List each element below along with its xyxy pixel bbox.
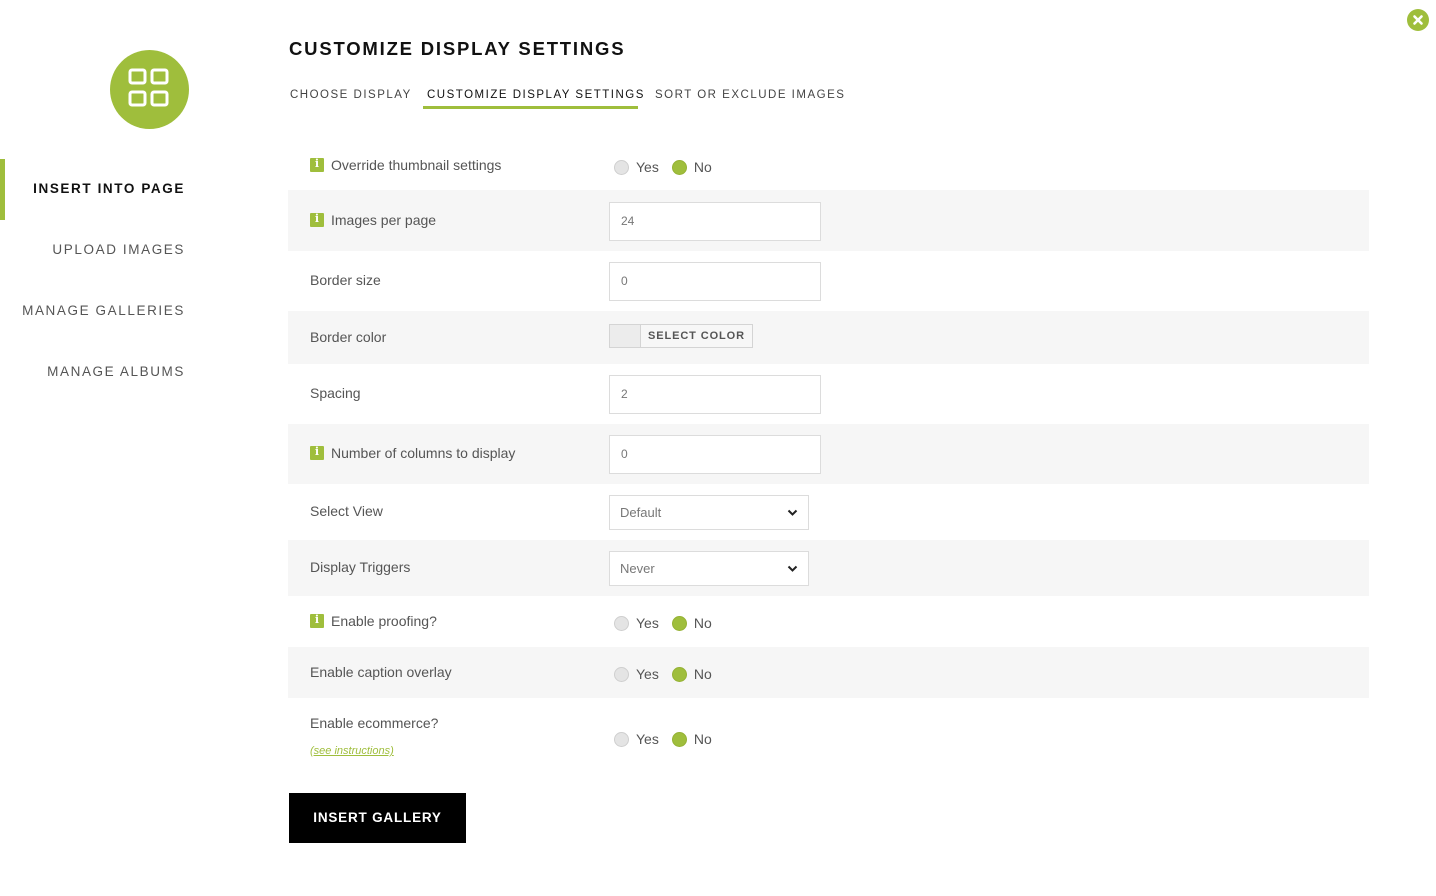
radio-no[interactable] — [671, 666, 687, 682]
enable-ecommerce-radio-group: Yes No — [614, 731, 725, 747]
setting-row-border-color: Border color SELECT COLOR — [288, 311, 1369, 364]
sidebar-item-upload-images[interactable]: UPLOAD IMAGES — [52, 242, 185, 257]
enable-proofing-radio-group: Yes No — [614, 615, 725, 631]
active-tab-underline — [423, 106, 638, 109]
page-title: CUSTOMIZE DISPLAY SETTINGS — [289, 38, 626, 59]
radio-yes-label: Yes — [636, 615, 659, 631]
images-per-page-input[interactable]: 24 — [609, 202, 821, 241]
setting-row-override-thumbnail: Override thumbnail settings Yes No — [288, 140, 1369, 190]
setting-row-images-per-page: Images per page 24 — [288, 190, 1369, 251]
radio-yes[interactable] — [614, 666, 629, 682]
select-view-value: Default — [620, 505, 662, 520]
see-instructions-link[interactable]: (see instructions) — [310, 745, 394, 757]
enable-caption-overlay-radio-group: Yes No — [614, 666, 725, 682]
sidebar-item-insert-into-page[interactable]: INSERT INTO PAGE — [33, 181, 185, 196]
sidebar-item-manage-albums[interactable]: MANAGE ALBUMS — [47, 364, 185, 379]
setting-label: Number of columns to display — [331, 445, 516, 461]
radio-no[interactable] — [671, 615, 687, 631]
setting-label: Border color — [310, 329, 387, 345]
setting-row-display-triggers: Display Triggers Never — [288, 540, 1369, 596]
select-color-button[interactable]: SELECT COLOR — [641, 325, 752, 347]
tab-sort-or-exclude-images[interactable]: SORT OR EXCLUDE IMAGES — [655, 89, 845, 101]
spacing-input[interactable]: 2 — [609, 375, 821, 414]
radio-no-label: No — [693, 159, 712, 175]
display-triggers-dropdown[interactable]: Never — [609, 551, 809, 586]
setting-label: Enable ecommerce? — [310, 715, 439, 731]
radio-yes-label: Yes — [636, 159, 659, 175]
radio-no-label: No — [693, 615, 712, 631]
setting-label: Enable proofing? — [331, 613, 437, 629]
info-icon[interactable] — [310, 445, 324, 460]
info-icon[interactable] — [310, 613, 324, 628]
display-triggers-value: Never — [620, 561, 655, 576]
setting-row-spacing: Spacing 2 — [288, 364, 1369, 424]
radio-yes[interactable] — [614, 731, 629, 747]
border-size-input[interactable]: 0 — [609, 262, 821, 301]
chevron-down-icon — [787, 509, 798, 516]
color-swatch[interactable] — [610, 325, 641, 347]
radio-no[interactable] — [671, 731, 687, 747]
tab-customize-display-settings[interactable]: CUSTOMIZE DISPLAY SETTINGS — [427, 89, 645, 101]
insert-gallery-button[interactable]: INSERT GALLERY — [289, 793, 466, 843]
setting-row-number-of-columns: Number of columns to display 0 — [288, 424, 1369, 484]
close-button[interactable] — [1407, 9, 1429, 31]
sidebar-active-indicator — [0, 159, 5, 220]
setting-row-enable-proofing: Enable proofing? Yes No — [288, 596, 1369, 647]
chevron-down-icon — [787, 565, 798, 572]
tab-choose-display[interactable]: CHOOSE DISPLAY — [290, 89, 412, 101]
sidebar-item-manage-galleries[interactable]: MANAGE GALLERIES — [22, 303, 185, 318]
radio-yes[interactable] — [614, 159, 629, 175]
radio-no[interactable] — [671, 159, 687, 175]
radio-yes-label: Yes — [636, 731, 659, 747]
setting-label: Display Triggers — [310, 559, 411, 575]
radio-no-label: No — [693, 666, 712, 682]
setting-label: Images per page — [331, 212, 437, 228]
setting-label: Override thumbnail settings — [331, 157, 502, 173]
grid-icon — [128, 68, 169, 107]
radio-yes[interactable] — [614, 615, 629, 631]
override-thumbnail-radio-group: Yes No — [614, 159, 725, 175]
radio-no-label: No — [693, 731, 712, 747]
info-icon[interactable] — [310, 212, 324, 227]
radio-yes-label: Yes — [636, 666, 659, 682]
setting-row-border-size: Border size 0 — [288, 251, 1369, 311]
select-view-dropdown[interactable]: Default — [609, 495, 809, 530]
setting-label: Border size — [310, 272, 381, 288]
setting-label: Spacing — [310, 385, 361, 401]
app-logo — [110, 50, 189, 129]
number-of-columns-input[interactable]: 0 — [609, 435, 821, 474]
border-color-picker[interactable]: SELECT COLOR — [609, 324, 753, 348]
setting-label: Select View — [310, 503, 383, 519]
info-icon[interactable] — [310, 157, 324, 172]
setting-row-enable-caption-overlay: Enable caption overlay Yes No — [288, 647, 1369, 698]
setting-row-select-view: Select View Default — [288, 484, 1369, 540]
setting-row-enable-ecommerce: Enable ecommerce? (see instructions) Yes… — [288, 698, 1369, 776]
close-icon — [1413, 15, 1423, 25]
setting-label: Enable caption overlay — [310, 664, 452, 680]
